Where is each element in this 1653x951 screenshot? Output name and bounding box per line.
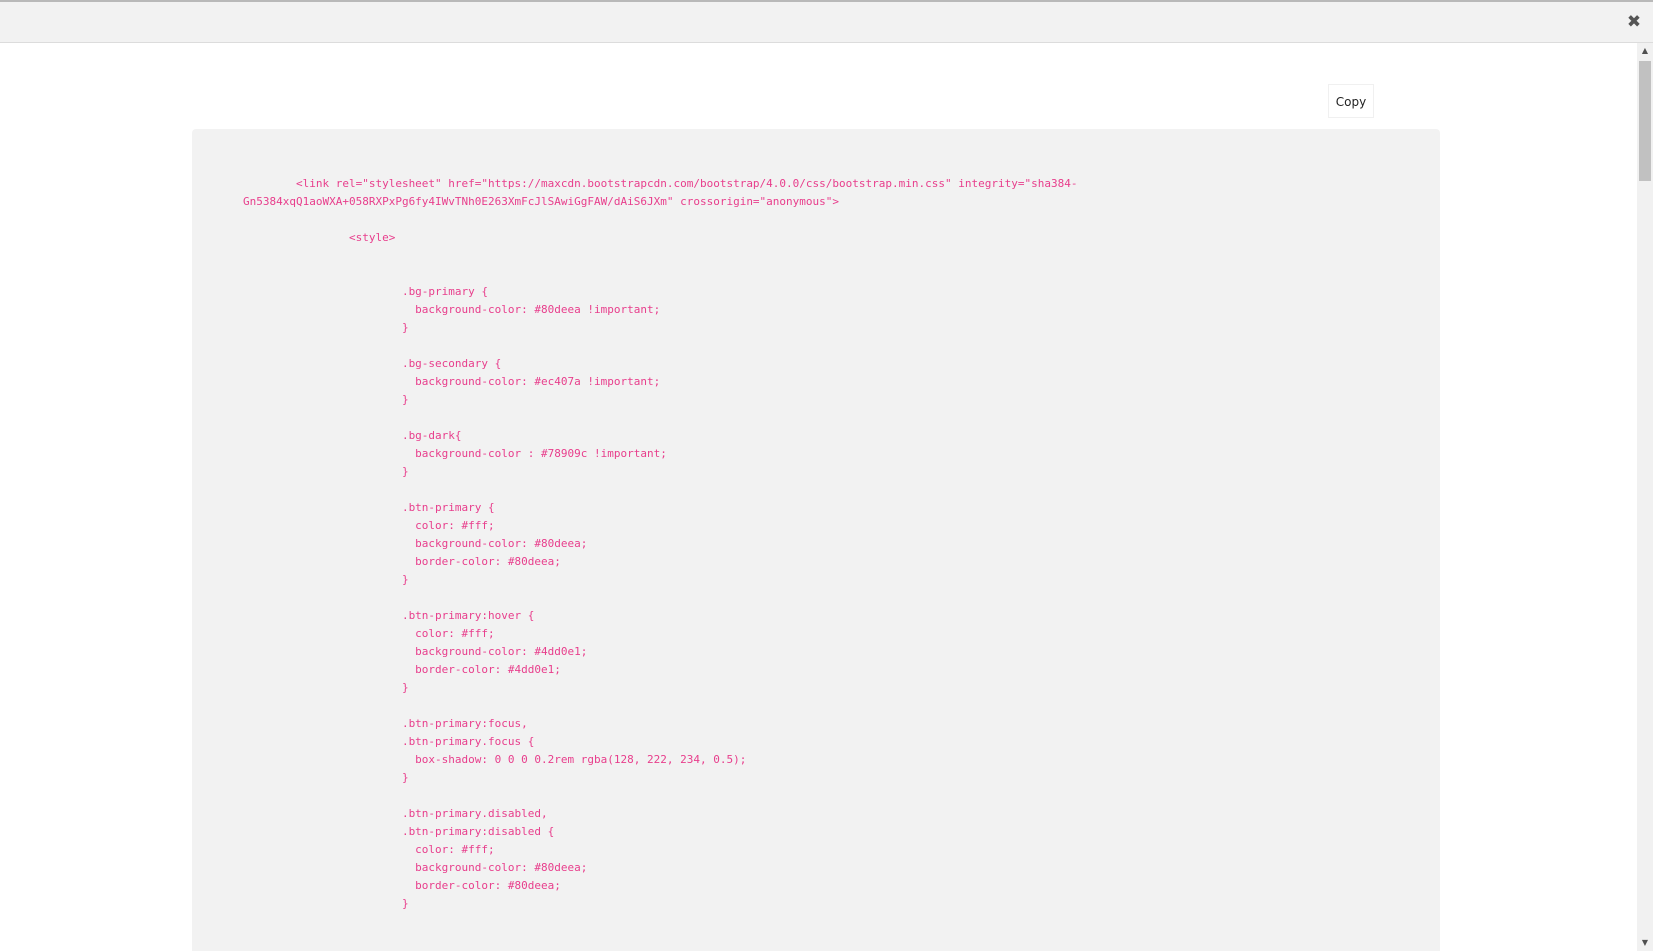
code-line: <link rel="stylesheet" href="https://max… xyxy=(243,177,1078,190)
code-line: border-color: #4dd0e1; xyxy=(243,663,561,676)
vertical-scrollbar[interactable]: ▲ ▼ xyxy=(1637,43,1653,951)
code-line: } xyxy=(243,681,409,694)
code-line: background-color : #78909c !important; xyxy=(243,447,667,460)
code-line: .btn-primary:hover { xyxy=(243,609,535,622)
code-line: background-color: #80deea !important; xyxy=(243,303,661,316)
scroll-thumb[interactable] xyxy=(1639,61,1651,181)
code-line: .btn-primary:disabled { xyxy=(243,825,555,838)
code-line: color: #fff; xyxy=(243,519,495,532)
code-line: } xyxy=(243,897,409,910)
code-block: <link rel="stylesheet" href="https://max… xyxy=(243,175,1393,913)
code-line: } xyxy=(243,465,409,478)
close-icon[interactable]: ✖ xyxy=(1625,13,1643,31)
code-line: background-color: #4dd0e1; xyxy=(243,645,588,658)
code-line: border-color: #80deea; xyxy=(243,555,561,568)
modal-header: ✖ xyxy=(0,0,1653,43)
code-line: color: #fff; xyxy=(243,627,495,640)
code-line: background-color: #80deea; xyxy=(243,537,588,550)
code-line: background-color: #80deea; xyxy=(243,861,588,874)
code-line: color: #fff; xyxy=(243,843,495,856)
code-line: .btn-primary.focus { xyxy=(243,735,535,748)
code-line: } xyxy=(243,771,409,784)
code-line: box-shadow: 0 0 0 0.2rem rgba(128, 222, … xyxy=(243,753,747,766)
code-line: Gn5384xqQ1aoWXA+058RXPxPg6fy4IWvTNh0E263… xyxy=(243,195,840,208)
copy-button[interactable]: Copy xyxy=(1328,84,1374,118)
code-line: .btn-primary { xyxy=(243,501,495,514)
code-line: background-color: #ec407a !important; xyxy=(243,375,661,388)
code-line: .bg-dark{ xyxy=(243,429,462,442)
code-line: .btn-primary:focus, xyxy=(243,717,528,730)
code-line: .bg-primary { xyxy=(243,285,489,298)
code-line: } xyxy=(243,573,409,586)
code-line: } xyxy=(243,321,409,334)
code-line: } xyxy=(243,393,409,406)
code-line: border-color: #80deea; xyxy=(243,879,561,892)
scroll-up-icon[interactable]: ▲ xyxy=(1637,43,1653,59)
code-line: .bg-secondary { xyxy=(243,357,502,370)
scroll-down-icon[interactable]: ▼ xyxy=(1637,935,1653,951)
code-line: .btn-primary.disabled, xyxy=(243,807,548,820)
code-line: <style> xyxy=(243,231,396,244)
